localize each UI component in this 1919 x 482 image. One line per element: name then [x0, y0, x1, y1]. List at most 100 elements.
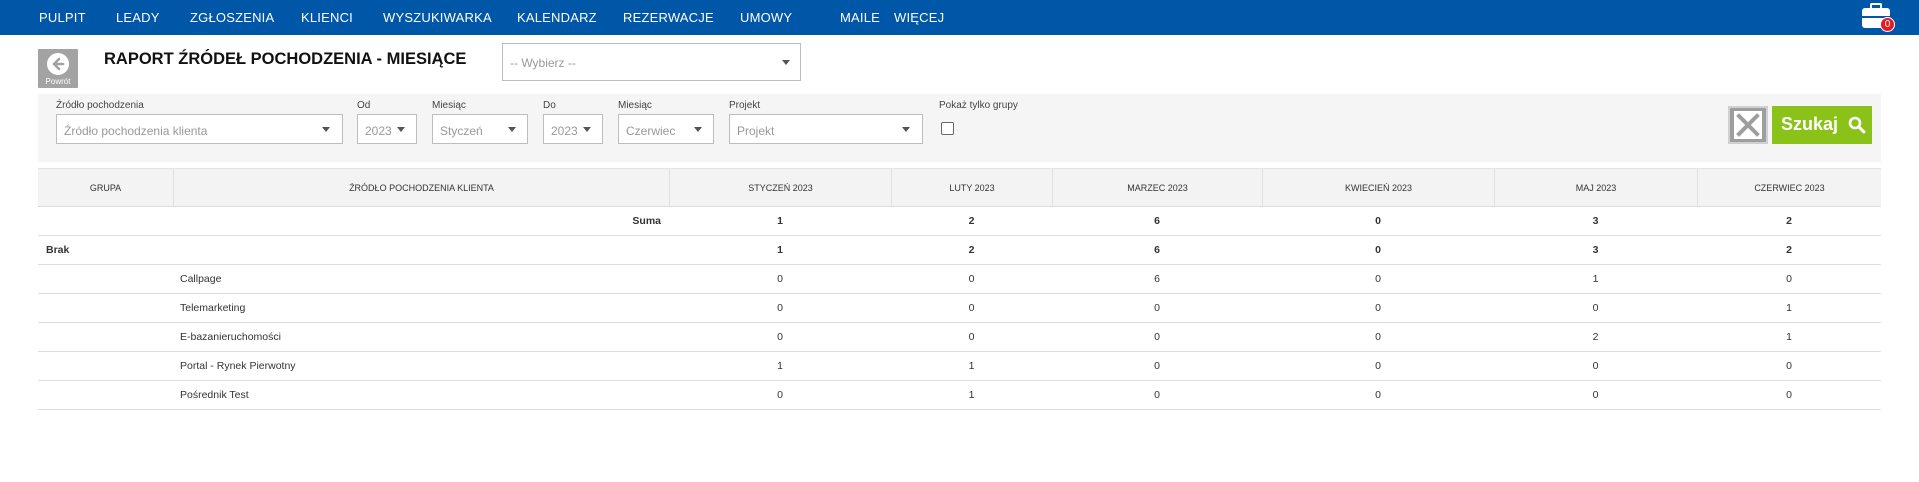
column-header-grupa: GRUPA [89, 183, 122, 193]
groups-only-label: Pokaż tylko grupy [939, 100, 1018, 111]
value-cell: 6 [1154, 244, 1160, 256]
nav-item-maile[interactable]: MAILE [840, 10, 880, 25]
from-year-select[interactable]: 2023 [357, 114, 417, 144]
column-header-month-5: MAJ 2023 [1494, 169, 1697, 207]
value-cell: 1 [1592, 273, 1599, 285]
page-title: RAPORT ŹRÓDEŁ POCHODZENIA - MIESIĄCE [104, 50, 467, 68]
to-year-value: 2023 [551, 124, 578, 138]
column-header-month-6: CZERWIEC 2023 [1697, 169, 1881, 207]
nav-item-kalendarz[interactable]: KALENDARZ [517, 10, 597, 25]
table-body: Suma 1 2 6 0 3 2 Brak 1 2 6 0 3 2 Callpage 0 0 6 0 1 0 Telema… [38, 207, 1881, 410]
value-cell: 1 [968, 360, 975, 372]
value-cell: 0 [1786, 360, 1792, 372]
table-row: E-bazanieruchomości 0 0 0 0 2 1 [38, 323, 1881, 352]
search-button[interactable]: Szukaj [1772, 106, 1872, 144]
group-cell [46, 294, 171, 322]
value-cell: 0 [777, 331, 783, 343]
value-cell: 0 [968, 331, 975, 343]
from-year-label: Od [357, 100, 371, 111]
search-button-label: Szukaj [1781, 114, 1839, 134]
source-filter-select[interactable]: Źródło pochodzenia klienta [56, 114, 343, 144]
nav-item-rezerwacje[interactable]: REZERWACJE [623, 10, 714, 25]
value-cell: 0 [777, 273, 783, 285]
group-cell [46, 381, 171, 409]
column-header-month-2: LUTY 2023 [891, 169, 1052, 207]
value-cell: 6 [1154, 215, 1160, 227]
value-cell: 2 [1592, 331, 1599, 343]
value-cell: 0 [1154, 302, 1160, 314]
table-row: Telemarketing 0 0 0 0 0 1 [38, 294, 1881, 323]
chevron-down-icon [508, 127, 516, 132]
to-year-label: Do [543, 100, 556, 111]
to-month-select[interactable]: Czerwiec [618, 114, 714, 144]
nav-item-pulpit[interactable]: PULPIT [39, 10, 86, 25]
value-cell: 1 [777, 215, 783, 227]
to-month-label: Miesiąc [618, 100, 652, 111]
column-header-month-4: KWIECIEŃ 2023 [1262, 169, 1494, 207]
value-cell: 0 [1154, 331, 1160, 343]
value-cell: 3 [1592, 215, 1599, 227]
group-cell [46, 265, 171, 293]
value-cell: 0 [968, 302, 975, 314]
notification-badge: 0 [1880, 17, 1895, 32]
source-cell [180, 236, 660, 264]
group-cell [46, 352, 171, 380]
back-button-label: Powrót [45, 77, 71, 86]
table-row: Pośrednik Test 0 1 0 0 0 0 [38, 381, 1881, 410]
report-table: GRUPA ŹRÓDŁO POCHODZENIA KLIENTA STYCZEŃ… [38, 168, 1881, 410]
chevron-down-icon [694, 127, 702, 132]
value-cell: 0 [1154, 389, 1160, 401]
table-row: Brak 1 2 6 0 3 2 [38, 236, 1881, 265]
nav-item-zgloszenia[interactable]: ZGŁOSZENIA [190, 10, 274, 25]
value-cell: 2 [1786, 244, 1792, 256]
value-cell: 1 [1786, 331, 1792, 343]
nav-item-wiecej[interactable]: WIĘCEJ [894, 10, 944, 25]
project-select[interactable]: Projekt [729, 114, 923, 144]
value-cell: 0 [777, 389, 783, 401]
arrow-left-icon [47, 53, 69, 75]
value-cell: 0 [968, 273, 975, 285]
clear-x-icon [1734, 111, 1762, 139]
nav-item-umowy[interactable]: UMOWY [740, 10, 792, 25]
nav-item-wyszukiwarka[interactable]: WYSZUKIWARKA [383, 10, 492, 25]
value-cell: 6 [1154, 273, 1160, 285]
value-cell: 0 [1154, 360, 1160, 372]
chevron-down-icon [397, 127, 405, 132]
value-cell: 0 [1786, 273, 1792, 285]
report-select[interactable]: -- Wybierz -- [502, 43, 801, 81]
clear-filters-button[interactable] [1728, 106, 1768, 144]
value-cell: 1 [968, 389, 975, 401]
column-header-month-3: MARZEC 2023 [1052, 169, 1262, 207]
from-month-select[interactable]: Styczeń [432, 114, 528, 144]
source-cell: Portal - Rynek Pierwotny [180, 360, 296, 372]
chevron-down-icon [583, 127, 591, 132]
value-cell: 0 [1375, 273, 1381, 285]
nav-item-klienci[interactable]: KLIENCI [301, 10, 353, 25]
value-cell: 3 [1592, 244, 1599, 256]
table-row: Callpage 0 0 6 0 1 0 [38, 265, 1881, 294]
briefcase-icon[interactable]: 0 [1860, 2, 1895, 32]
chevron-down-icon [782, 60, 790, 65]
top-navigation: PULPIT LEADY ZGŁOSZENIA KLIENCI WYSZUKIW… [0, 0, 1919, 35]
value-cell: 2 [968, 215, 975, 227]
source-cell: Suma [632, 215, 661, 227]
back-button[interactable]: Powrót [38, 49, 78, 88]
value-cell: 0 [1592, 389, 1599, 401]
value-cell: 0 [1786, 389, 1792, 401]
value-cell: 0 [1375, 244, 1381, 256]
nav-item-leady[interactable]: LEADY [116, 10, 160, 25]
groups-only-checkbox[interactable] [941, 122, 954, 135]
chevron-down-icon [902, 127, 910, 132]
source-cell: Telemarketing [180, 302, 246, 314]
value-cell: 0 [1375, 302, 1381, 314]
search-icon [1848, 116, 1866, 134]
from-month-value: Styczeń [440, 124, 483, 138]
source-cell: E-bazanieruchomości [180, 331, 281, 343]
to-year-select[interactable]: 2023 [543, 114, 603, 144]
value-cell: 1 [1786, 302, 1792, 314]
value-cell: 0 [1592, 360, 1599, 372]
column-header-month-1: STYCZEŃ 2023 [669, 169, 891, 207]
chevron-down-icon [322, 127, 330, 132]
from-month-label: Miesiąc [432, 100, 466, 111]
column-header-source: ŹRÓDŁO POCHODZENIA KLIENTA [173, 169, 669, 207]
